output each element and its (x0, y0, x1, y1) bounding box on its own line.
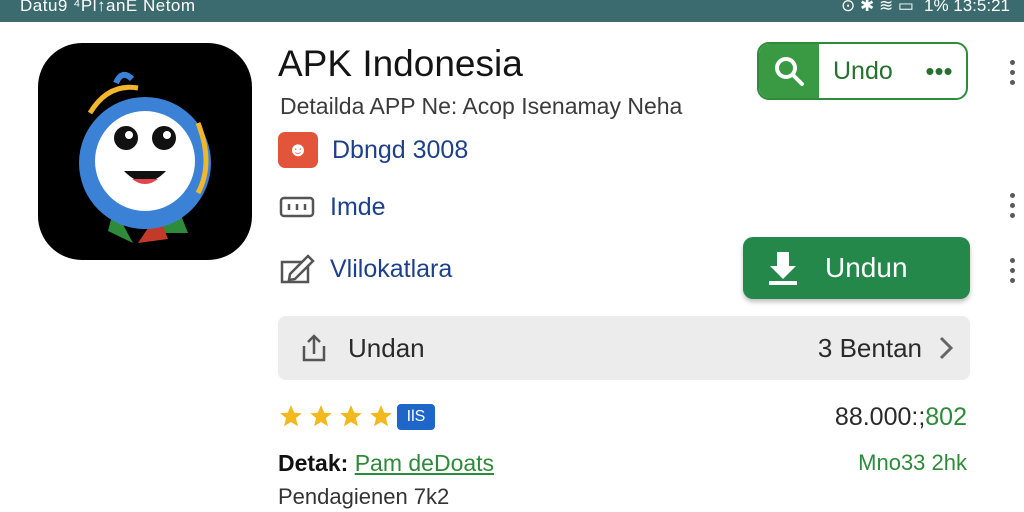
developer-row[interactable]: ☻ Dbngd 3008 (278, 132, 468, 168)
install-label[interactable]: Undun (825, 252, 908, 284)
category-label[interactable]: Vlilokatlara (330, 255, 452, 284)
search-button[interactable] (759, 44, 819, 98)
footer-text: Pendagienen 7k2 (278, 484, 450, 509)
edit-icon (280, 254, 315, 284)
status-right: ⊙ ✱ ≋ ▭ 1% 13:5:21 (841, 0, 1010, 16)
download-icon (769, 252, 797, 285)
install-button[interactable]: Undun (743, 237, 970, 299)
star-icon (310, 405, 332, 427)
open-chip-label[interactable]: Undo (819, 44, 912, 98)
category-row[interactable]: Vlilokatlara (278, 252, 452, 286)
chevron-right-icon (939, 336, 954, 360)
star-rating (278, 403, 394, 429)
signal-icon: ⊙ ✱ ≋ ▭ (841, 0, 914, 15)
app-icon (38, 43, 252, 260)
rating-badge: IƖS (397, 404, 435, 430)
share-count: 3 Bentan (817, 332, 922, 363)
download-count: 88.000:;802 (835, 403, 967, 432)
open-chip[interactable]: Undo ••• (757, 42, 968, 100)
more-icon[interactable]: ••• (912, 44, 966, 98)
star-icon (340, 405, 362, 427)
status-left-text: Datu9 ⁴Pl↑anE Netom (20, 0, 196, 15)
share-icon (302, 334, 326, 362)
star-icon (280, 405, 302, 427)
app-subtitle: Detailda APP Ne: Acop Isenamay Neha (280, 93, 683, 119)
detail-key: Detak: (278, 450, 349, 476)
app-size: Mno33 2hk (858, 450, 967, 475)
kebab-icon[interactable] (1007, 60, 1017, 85)
kebab-icon[interactable] (1007, 193, 1017, 218)
keyboard-icon (279, 196, 315, 218)
share-bar[interactable]: Undan 3 Bentan (278, 316, 970, 380)
count-suffix: 802 (925, 403, 967, 431)
share-label[interactable]: Undan (348, 333, 425, 364)
developer-icon: ☻ (278, 132, 318, 168)
developer-name[interactable]: Dbngd 3008 (332, 136, 468, 165)
status-time: 1% 13:5:21 (923, 0, 1010, 15)
app-title: APK Indonesia (278, 43, 523, 84)
count-prefix: 88.000:; (834, 403, 926, 431)
detail-row: Detak: Pam deDoats (278, 450, 494, 477)
share-right[interactable]: 3 Bentan (818, 333, 954, 364)
search-icon (775, 57, 804, 86)
info-label: Imde (330, 192, 386, 221)
detail-link[interactable]: Pam deDoats (355, 450, 494, 476)
info-row: Imde (278, 190, 386, 224)
star-icon (370, 405, 392, 427)
status-bar: Datu9 ⁴Pl↑anE Netom ⊙ ✱ ≋ ▭ 1% 13:5:21 (0, 0, 1024, 22)
kebab-icon[interactable] (1007, 258, 1017, 283)
